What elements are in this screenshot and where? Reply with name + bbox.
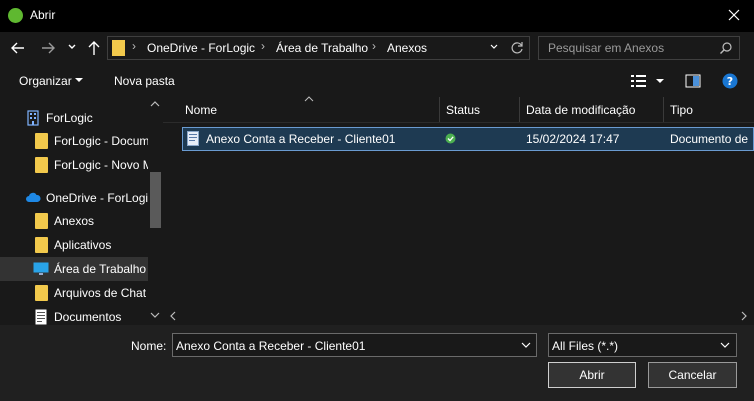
list-view-icon [631, 75, 664, 87]
help-icon: ? [722, 73, 738, 89]
sync-ok-icon [445, 133, 456, 144]
sidebar-item-label: ForLogic - Novo M [54, 158, 153, 172]
svg-text:?: ? [727, 75, 733, 88]
folder-icon [35, 133, 48, 149]
folder-icon [35, 237, 48, 253]
filter-dropdown-button[interactable] [720, 341, 730, 349]
breadcrumb-onedrive[interactable]: OneDrive - ForLogic [147, 41, 255, 55]
sidebar-item-area-de-trabalho[interactable]: Área de Trabalho [0, 257, 148, 281]
breadcrumb-separator: › [261, 39, 265, 53]
sidebar-item-forlogic-novo[interactable]: ForLogic - Novo M [0, 153, 153, 177]
refresh-button[interactable] [510, 41, 524, 55]
breadcrumb-desktop[interactable]: Área de Trabalho [276, 41, 368, 55]
view-options-button[interactable] [631, 73, 667, 89]
sidebar-item-forlogic[interactable]: ForLogic [0, 106, 148, 130]
desktop-icon [33, 262, 49, 275]
chevron-down-icon [490, 44, 498, 49]
horizontal-scrollbar[interactable] [163, 307, 754, 324]
arrow-right-icon [42, 42, 55, 54]
folder-icon [35, 157, 48, 173]
sidebar-item-label: Arquivos de Chat [54, 286, 147, 300]
arrow-up-icon [88, 41, 100, 55]
close-icon [728, 9, 740, 21]
folder-icon [112, 40, 125, 56]
recent-locations-button[interactable] [67, 42, 77, 52]
building-icon [27, 110, 39, 126]
file-date: 15/02/2024 17:47 [526, 132, 620, 146]
sidebar-item-label: Aplicativos [54, 238, 112, 252]
navigation-pane: ForLogic ForLogic - Docum ForLogic - Nov… [0, 96, 163, 325]
chevron-down-icon [521, 342, 531, 348]
file-name: Anexo Conta a Receber - Cliente01 [206, 132, 396, 146]
folder-icon [35, 285, 48, 301]
column-header-name[interactable]: Nome [185, 103, 217, 117]
title-bar [0, 0, 754, 32]
open-button[interactable]: Abrir [548, 362, 636, 388]
scroll-down-icon[interactable] [150, 311, 160, 319]
document-icon [35, 309, 47, 325]
sidebar-item-documentos[interactable]: Documentos [0, 305, 148, 325]
sidebar-item-label: OneDrive - ForLogic [46, 191, 155, 205]
chevron-down-icon [68, 44, 76, 49]
sidebar-item-arquivos-de-chat[interactable]: Arquivos de Chat [0, 281, 148, 305]
file-name-dropdown-button[interactable] [521, 341, 531, 349]
chevron-down-icon [720, 342, 730, 348]
close-button[interactable] [722, 3, 746, 27]
sidebar-item-forlogic-docum[interactable]: ForLogic - Docum [0, 129, 150, 153]
sidebar-item-label: Anexos [54, 214, 95, 228]
sidebar-item-label: ForLogic - Docum [54, 134, 150, 148]
column-divider[interactable] [439, 97, 440, 122]
app-icon [8, 8, 23, 23]
scroll-up-icon[interactable] [150, 100, 160, 108]
sidebar-item-onedrive[interactable]: OneDrive - ForLogic [0, 186, 154, 210]
search-placeholder: Pesquisar em Anexos [548, 41, 665, 55]
sidebar-item-label: ForLogic [46, 111, 93, 125]
scroll-right-icon[interactable] [740, 311, 748, 321]
header-divider [163, 122, 754, 123]
breadcrumb-separator: › [132, 39, 136, 53]
cancel-button[interactable]: Cancelar [648, 362, 737, 388]
sort-ascending-icon [304, 96, 314, 102]
text-document-icon [187, 131, 199, 146]
file-type-filter-value: All Files (*.*) [552, 339, 619, 353]
address-dropdown-button[interactable] [489, 42, 499, 52]
sidebar-item-aplicativos[interactable]: Aplicativos [0, 233, 148, 257]
file-name-value: Anexo Conta a Receber - Cliente01 [176, 339, 366, 353]
preview-pane-button[interactable] [685, 73, 701, 89]
sidebar-item-label: Documentos [54, 310, 122, 324]
sidebar-item-label: Área de Trabalho [54, 262, 147, 276]
file-name-label: Nome: [131, 339, 167, 353]
column-header-status[interactable]: Status [446, 103, 480, 117]
column-header-date[interactable]: Data de modificação [526, 103, 635, 117]
breadcrumb-anexos[interactable]: Anexos [387, 41, 427, 55]
arrow-left-icon [11, 42, 24, 54]
scroll-left-icon[interactable] [169, 311, 177, 321]
sidebar-scroll-thumb[interactable] [150, 172, 161, 228]
cloud-icon [26, 192, 41, 202]
organize-button[interactable]: Organizar [19, 74, 72, 88]
back-button[interactable] [10, 40, 26, 56]
refresh-icon [511, 42, 523, 54]
breadcrumb-separator: › [372, 39, 376, 53]
column-divider[interactable] [663, 97, 664, 122]
sidebar-item-anexos[interactable]: Anexos [0, 209, 148, 233]
help-button[interactable]: ? [722, 73, 738, 89]
window-title: Abrir [30, 8, 56, 22]
organize-dropdown-icon [74, 77, 84, 83]
preview-pane-icon [685, 74, 701, 88]
folder-icon [35, 213, 48, 229]
file-type: Documento de [670, 132, 749, 146]
new-folder-button[interactable]: Nova pasta [114, 74, 175, 88]
forward-button[interactable] [40, 40, 56, 56]
column-divider[interactable] [519, 97, 520, 122]
column-header-type[interactable]: Tipo [670, 103, 693, 117]
up-button[interactable] [86, 40, 102, 56]
search-icon [719, 41, 733, 55]
